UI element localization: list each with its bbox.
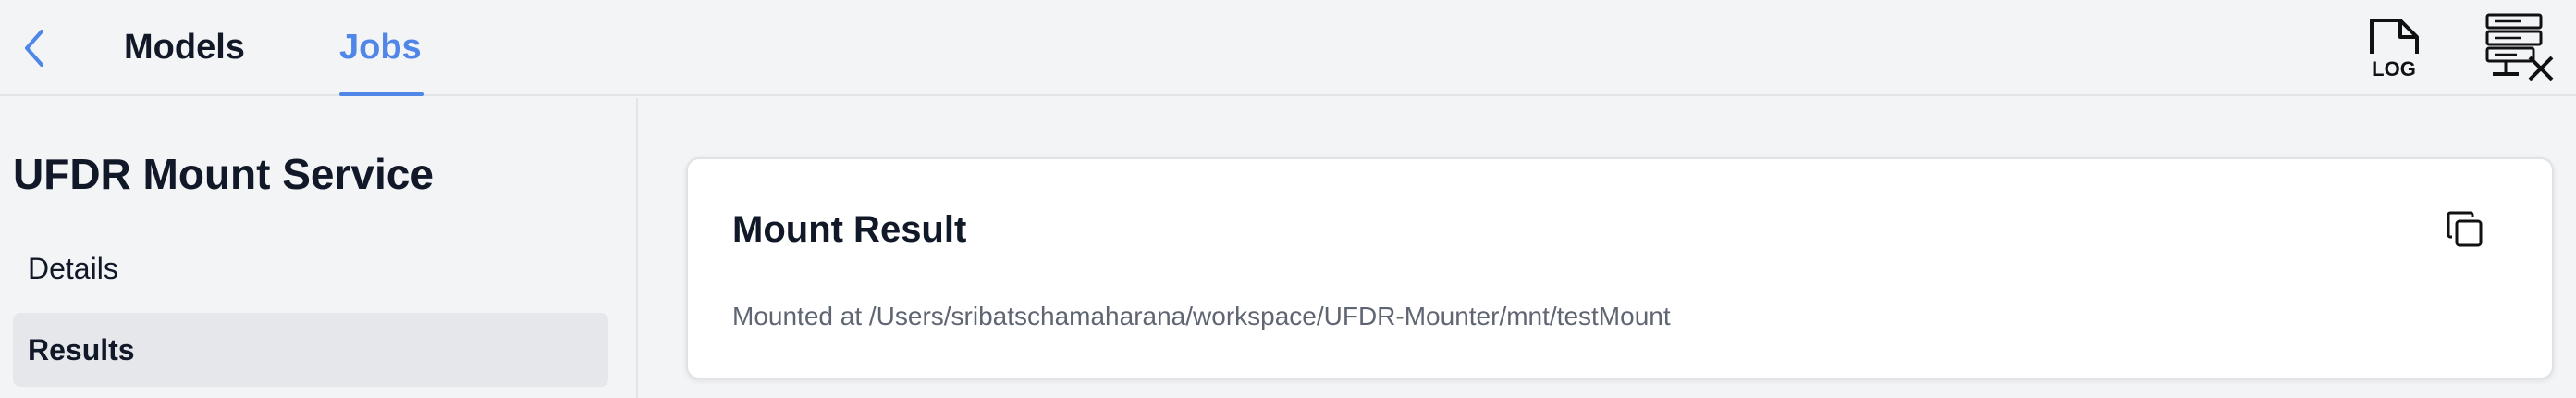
sidebar-item-results[interactable]: Results [13,313,608,387]
copy-icon [2447,211,2483,247]
mount-path-text: Mounted at /Users/sribatschamaharana/wor… [732,302,1671,330]
service-title: UFDR Mount Service [13,150,434,198]
active-tab-indicator [339,92,424,96]
server-tools-button[interactable] [2484,11,2556,83]
sidebar-item-details[interactable]: Details [13,231,608,305]
log-icon-label: LOG [2372,57,2416,78]
log-file-icon: LOG [2370,19,2419,81]
tab-models[interactable]: Models [124,20,245,96]
tab-jobs[interactable]: Jobs [339,20,422,96]
card-title: Mount Result [732,209,967,250]
log-button[interactable]: LOG [2363,15,2426,81]
sidebar: UFDR Mount Service Details Results [0,98,638,398]
server-tools-icon [2485,13,2554,81]
chevron-left-icon [25,30,43,67]
copy-button[interactable] [2445,209,2485,250]
back-button[interactable] [17,26,54,70]
top-nav-bar: Models Jobs LOG [0,0,2576,96]
mount-result-card: Mount Result Mounted at /Users/sribatsch… [686,157,2554,379]
